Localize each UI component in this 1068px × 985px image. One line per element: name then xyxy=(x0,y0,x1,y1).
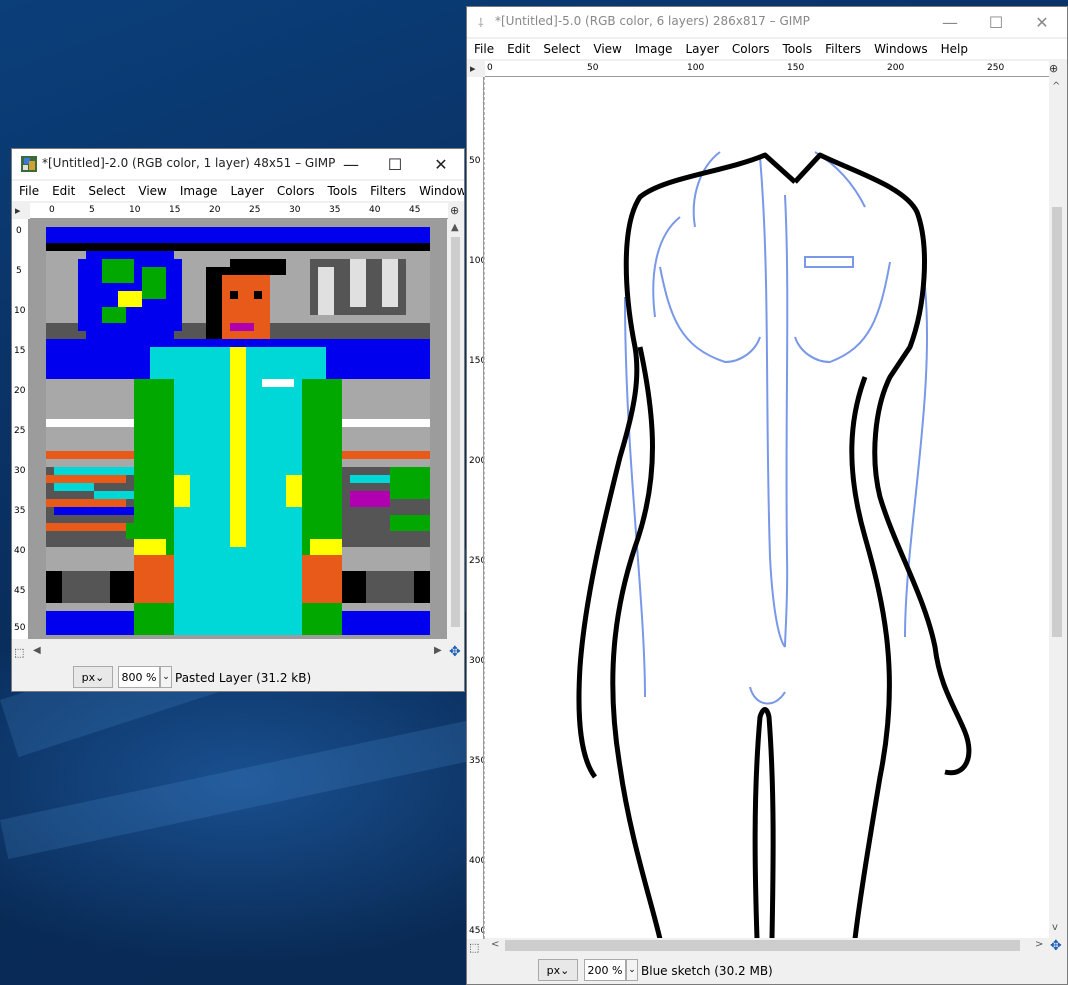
menu-colors[interactable]: Colors xyxy=(270,181,321,201)
quick-mask-icon[interactable]: ⬚ xyxy=(469,941,479,954)
scroll-up-arrow-icon[interactable]: ▲ xyxy=(451,222,459,233)
status-layer-info: Blue sketch (30.2 MB) xyxy=(641,964,773,978)
scroll-thumb[interactable] xyxy=(451,237,460,627)
menu-windows[interactable]: Windows xyxy=(412,181,464,201)
quick-mask-icon[interactable]: ⬚ xyxy=(14,646,24,659)
menu-bar: File Edit Select View Image Layer Colors Tools F… xyxy=(12,181,464,201)
unit-selector[interactable]: px ⌄ xyxy=(538,959,578,981)
menu-arrow-icon[interactable]: ▸ xyxy=(470,62,476,75)
menu-view[interactable]: View xyxy=(131,181,172,201)
menu-layer[interactable]: Layer xyxy=(678,39,724,59)
scroll-right-arrow-icon[interactable]: > xyxy=(1035,939,1043,950)
menu-image[interactable]: Image xyxy=(628,39,679,59)
zoom-dropdown-button[interactable]: ⌄ xyxy=(160,666,172,688)
menu-help[interactable]: Help xyxy=(934,39,974,59)
scroll-thumb[interactable] xyxy=(505,940,1020,951)
menu-view[interactable]: View xyxy=(586,39,627,59)
scroll-thumb[interactable] xyxy=(1052,207,1062,637)
menu-windows[interactable]: Windows xyxy=(867,39,934,59)
title-bar[interactable]: *[Untitled]-2.0 (RGB color, 1 layer) 48x… xyxy=(12,149,464,179)
menu-bar: File Edit Select View Image Layer Colors Tools F… xyxy=(467,39,1067,59)
gimp-window-large: ⸸ *[Untitled]-5.0 (RGB color, 6 layers) … xyxy=(466,6,1068,985)
menu-tools[interactable]: Tools xyxy=(776,39,819,59)
horizontal-ruler[interactable]: 0 5 10 15 20 25 30 35 40 45 xyxy=(30,203,448,219)
vertical-ruler[interactable]: 0 5 10 15 20 25 30 35 40 45 50 xyxy=(12,219,29,639)
chevron-down-icon: ⌄ xyxy=(95,670,105,684)
vertical-scrollbar[interactable]: ▲ xyxy=(448,219,463,639)
figure-sketch-image[interactable] xyxy=(485,77,1049,939)
menu-arrow-icon[interactable]: ▸ xyxy=(15,204,21,217)
zoom-field[interactable]: 200 % xyxy=(584,959,626,981)
menu-layer[interactable]: Layer xyxy=(223,181,269,201)
close-button[interactable]: ✕ xyxy=(1019,7,1065,37)
zoom-field[interactable]: 800 % xyxy=(118,666,160,688)
maximize-button[interactable]: ☐ xyxy=(372,149,418,179)
vertical-ruler[interactable]: 50 100 150 200 250 300 350 400 450 xyxy=(467,77,484,939)
navigate-icon[interactable]: ✥ xyxy=(449,644,461,660)
vertical-scrollbar[interactable]: ^ v xyxy=(1049,77,1064,939)
scroll-right-arrow-icon[interactable]: ▶ xyxy=(434,645,442,656)
menu-filters[interactable]: Filters xyxy=(363,181,412,201)
menu-select[interactable]: Select xyxy=(81,181,131,201)
gimp-app-icon xyxy=(21,156,37,172)
zoom-fit-icon[interactable]: ⊕ xyxy=(1049,62,1058,75)
close-button[interactable]: ✕ xyxy=(418,149,464,179)
status-layer-info: Pasted Layer (31.2 kB) xyxy=(175,671,312,685)
status-bar: px ⌄ 200 % ⌄ Blue sketch (30.2 MB) xyxy=(467,955,1067,984)
scroll-up-arrow-icon[interactable]: ^ xyxy=(1052,81,1060,92)
zoom-dropdown-button[interactable]: ⌄ xyxy=(626,959,638,981)
chevron-down-icon: ⌄ xyxy=(560,963,570,977)
menu-file[interactable]: File xyxy=(467,39,500,59)
menu-colors[interactable]: Colors xyxy=(725,39,776,59)
horizontal-ruler[interactable]: 0 50 100 150 200 250 xyxy=(485,61,1049,77)
scroll-left-arrow-icon[interactable]: ◀ xyxy=(33,645,41,656)
window-title: *[Untitled]-5.0 (RGB color, 6 layers) 28… xyxy=(495,14,810,28)
maximize-button[interactable]: ☐ xyxy=(973,7,1019,37)
window-title: *[Untitled]-2.0 (RGB color, 1 layer) 48x… xyxy=(42,156,336,170)
title-bar[interactable]: ⸸ *[Untitled]-5.0 (RGB color, 6 layers) … xyxy=(467,7,1067,37)
minimize-button[interactable]: — xyxy=(927,7,973,37)
navigate-icon[interactable]: ✥ xyxy=(1050,938,1062,954)
gimp-window-small: *[Untitled]-2.0 (RGB color, 1 layer) 48x… xyxy=(11,148,465,692)
menu-edit[interactable]: Edit xyxy=(45,181,81,201)
pin-icon: ⸸ xyxy=(478,16,484,30)
menu-edit[interactable]: Edit xyxy=(500,39,536,59)
zoom-fit-icon[interactable]: ⊕ xyxy=(450,204,459,217)
menu-tools[interactable]: Tools xyxy=(321,181,364,201)
menu-file[interactable]: File xyxy=(12,181,45,201)
minimize-button[interactable]: — xyxy=(328,149,374,179)
scroll-down-arrow-icon[interactable]: v xyxy=(1052,922,1058,933)
pixel-art-image[interactable] xyxy=(46,227,430,635)
unit-selector[interactable]: px ⌄ xyxy=(73,666,113,688)
horizontal-scrollbar[interactable]: < > xyxy=(485,938,1049,953)
horizontal-scrollbar[interactable]: ◀ ▶ xyxy=(30,644,448,659)
menu-image[interactable]: Image xyxy=(173,181,224,201)
menu-filters[interactable]: Filters xyxy=(818,39,867,59)
scroll-left-arrow-icon[interactable]: < xyxy=(491,939,499,950)
menu-select[interactable]: Select xyxy=(536,39,586,59)
status-bar: px ⌄ 800 % ⌄ Pasted Layer (31.2 kB) xyxy=(12,662,464,691)
